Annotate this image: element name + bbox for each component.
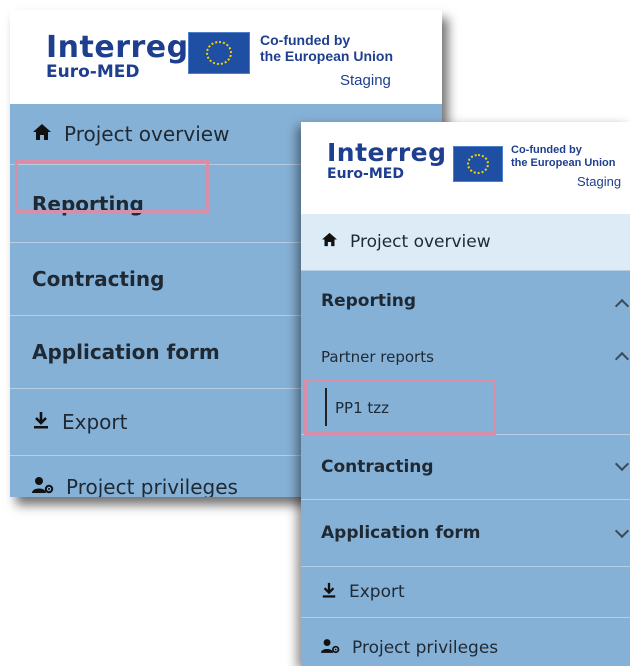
environment-label: Staging (340, 72, 391, 89)
nav-label: Contracting (32, 267, 165, 291)
cofunded-line-1: Co-funded by (260, 32, 351, 48)
nav-label: Application form (32, 340, 220, 364)
interreg-logo-text: Interreg (46, 30, 189, 65)
interreg-logo-text: Interreg (327, 138, 447, 167)
download-icon (32, 410, 50, 434)
chevron-down-icon[interactable] (614, 456, 630, 472)
highlight-pp1-tzz (304, 379, 496, 435)
chevron-up-icon[interactable] (614, 351, 630, 367)
nav-label: Export (349, 582, 405, 602)
nav-label: Application form (321, 523, 481, 543)
nav-label: Project overview (64, 122, 230, 146)
chevron-up-icon[interactable] (614, 298, 630, 314)
nav-partner-reports[interactable]: Partner reports (301, 332, 630, 382)
nav-project-privileges[interactable]: Project privileges (301, 618, 630, 666)
user-gear-icon (32, 475, 54, 497)
nav-label: Project privileges (352, 638, 499, 658)
nav-reporting[interactable]: Reporting (301, 271, 630, 331)
cofunded-text: Co-funded by the European Union (511, 144, 616, 169)
environment-label: Staging (577, 174, 622, 189)
nav-label: Project privileges (66, 475, 238, 497)
nav-label: Contracting (321, 457, 434, 477)
euromed-logo-text: Euro-MED (46, 62, 140, 82)
nav-project-overview[interactable]: Project overview (301, 214, 630, 271)
highlight-reporting (15, 160, 209, 213)
cofunded-line-1: Co-funded by (511, 144, 582, 156)
logo-header: Interreg Euro-MED Co-funded by the Europ… (301, 122, 630, 214)
nav-label: Export (62, 410, 128, 434)
home-icon (32, 122, 52, 146)
download-icon (321, 582, 337, 603)
cofunded-line-2: the European Union (511, 156, 616, 169)
chevron-down-icon[interactable] (614, 523, 630, 539)
eu-flag-icon (188, 32, 250, 74)
nav-label: Reporting (321, 291, 417, 311)
cofunded-line-2: the European Union (260, 48, 393, 65)
cofunded-text: Co-funded by the European Union (260, 32, 393, 64)
euromed-logo-text: Euro-MED (327, 166, 404, 182)
user-gear-icon (321, 638, 340, 659)
nav-label: Project overview (350, 232, 491, 252)
nav-label: Partner reports (321, 348, 434, 366)
eu-flag-icon (453, 146, 503, 182)
home-icon (321, 232, 338, 252)
nav-application-form[interactable]: Application form (301, 500, 630, 567)
nav-export[interactable]: Export (301, 567, 630, 618)
logo-header: Interreg Euro-MED Co-funded by the Europ… (10, 10, 442, 104)
nav-contracting[interactable]: Contracting (301, 435, 630, 500)
